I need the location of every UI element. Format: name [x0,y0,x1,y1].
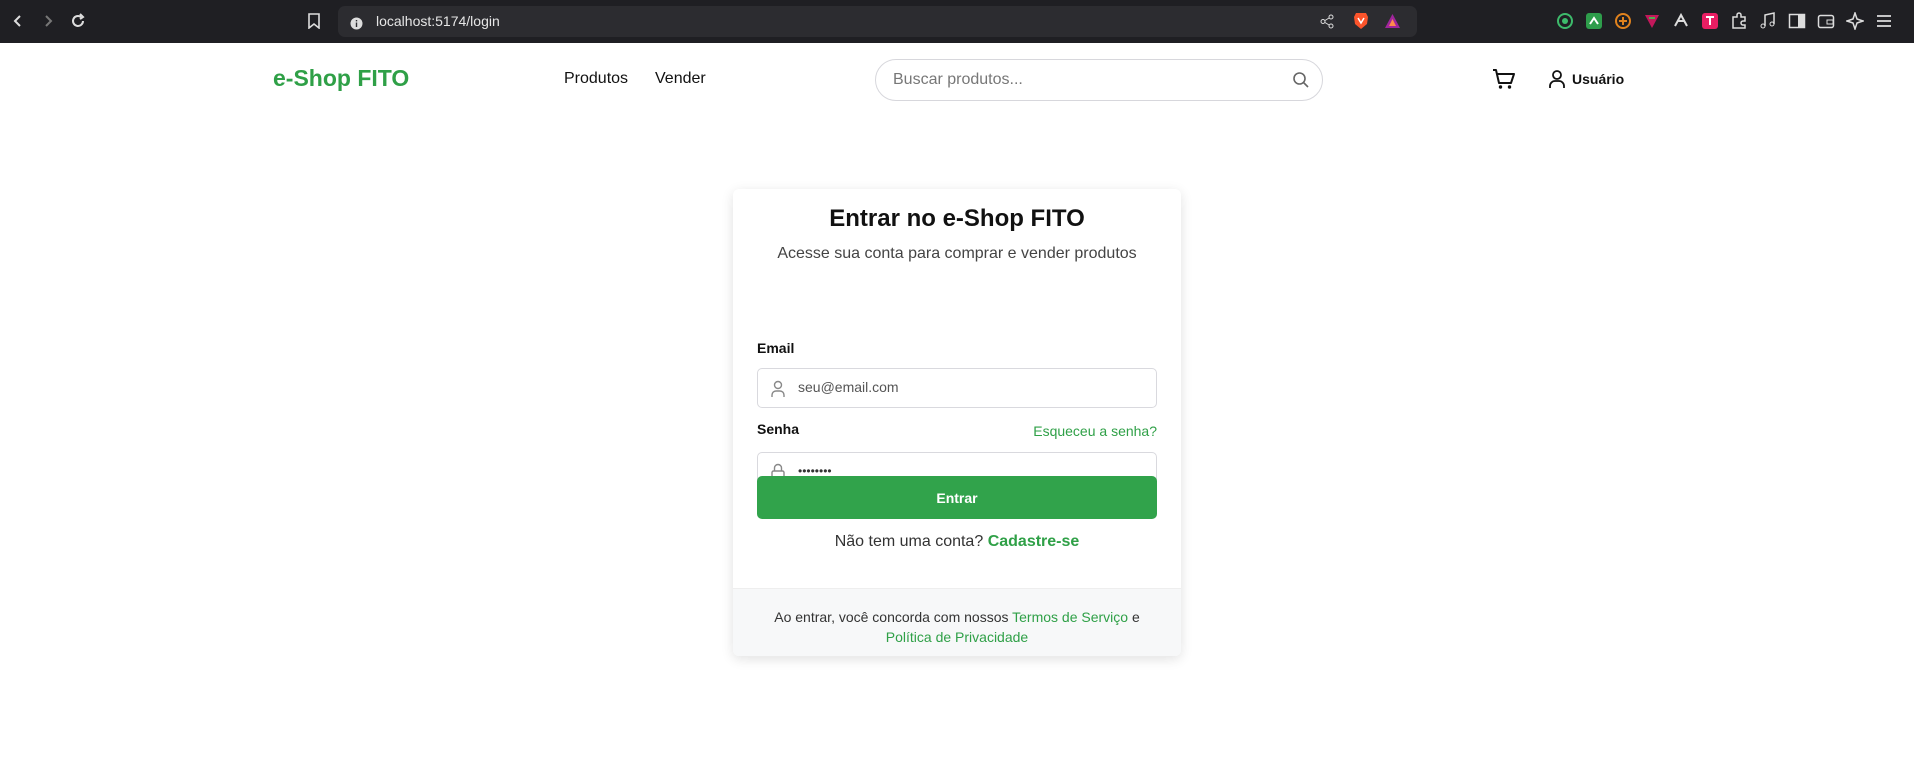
translate-extension-icon[interactable] [1701,12,1719,30]
user-label: Usuário [1572,71,1625,87]
menu-icon[interactable] [1875,12,1893,30]
back-icon[interactable] [8,11,28,31]
extension-icon[interactable] [1614,12,1632,30]
site-logo[interactable]: e-Shop FITO [273,65,409,92]
forgot-password-link[interactable]: Esqueceu a senha? [1033,423,1157,439]
nav-link-produtos[interactable]: Produtos [564,70,628,88]
terms-and: e [1131,609,1140,625]
user-icon [770,380,786,402]
login-subtitle: Acesse sua conta para comprar e vender p… [777,245,1137,262]
extension-icon[interactable] [1585,12,1603,30]
terms-text: Ao entrar, você concorda com nossos Term… [757,607,1157,647]
signup-prompt: Não tem uma conta? Cadastre-se [733,533,1181,551]
url-text: localhost:5174/login [376,13,500,29]
address-bar[interactable]: localhost:5174/login [338,6,1417,37]
brave-rewards-icon[interactable] [1384,13,1401,33]
privacy-link[interactable]: Política de Privacidade [886,629,1028,645]
nav-link-vender[interactable]: Vender [655,70,706,88]
media-icon[interactable] [1759,12,1777,30]
terms-footer: Ao entrar, você concorda com nossos Term… [733,588,1181,656]
password-label: Senha [757,421,800,437]
user-menu[interactable]: Usuário [1548,69,1624,89]
search-icon[interactable] [1292,71,1310,93]
sidebar-icon[interactable] [1788,12,1806,30]
email-label: Email [757,340,795,356]
share-icon[interactable] [1320,14,1335,33]
terms-link[interactable]: Termos de Serviço [1012,609,1128,625]
leo-ai-icon[interactable] [1844,10,1866,32]
extensions-puzzle-icon[interactable] [1730,12,1748,30]
extension-icon[interactable] [1672,12,1690,30]
wallet-icon[interactable] [1817,12,1835,30]
cart-icon[interactable] [1492,68,1516,94]
login-title: Entrar no e-Shop FITO [829,205,1085,232]
search-input[interactable]: Buscar produtos... [875,59,1323,101]
brave-shields-icon[interactable] [1353,12,1369,34]
signup-link[interactable]: Cadastre-se [988,533,1080,550]
terms-prefix: Ao entrar, você concorda com nossos [774,609,1009,625]
user-icon [1548,69,1566,89]
extension-icon[interactable] [1556,12,1574,30]
page: e-Shop FITO Produtos Vender Buscar produ… [0,43,1914,775]
search-placeholder: Buscar produtos... [893,71,1023,88]
email-placeholder: seu@email.com [798,379,899,395]
email-field[interactable]: seu@email.com [757,368,1157,408]
bookmark-icon[interactable] [304,11,324,31]
reload-icon[interactable] [68,11,88,31]
no-account-text: Não tem uma conta? [834,533,984,550]
forward-icon[interactable] [38,11,58,31]
browser-toolbar: localhost:5174/login [0,0,1914,43]
login-button[interactable]: Entrar [757,476,1157,519]
extension-icon[interactable] [1643,12,1661,30]
login-card: Entrar no e-Shop FITO Acesse sua conta p… [733,189,1181,656]
site-info-icon[interactable] [350,15,363,34]
